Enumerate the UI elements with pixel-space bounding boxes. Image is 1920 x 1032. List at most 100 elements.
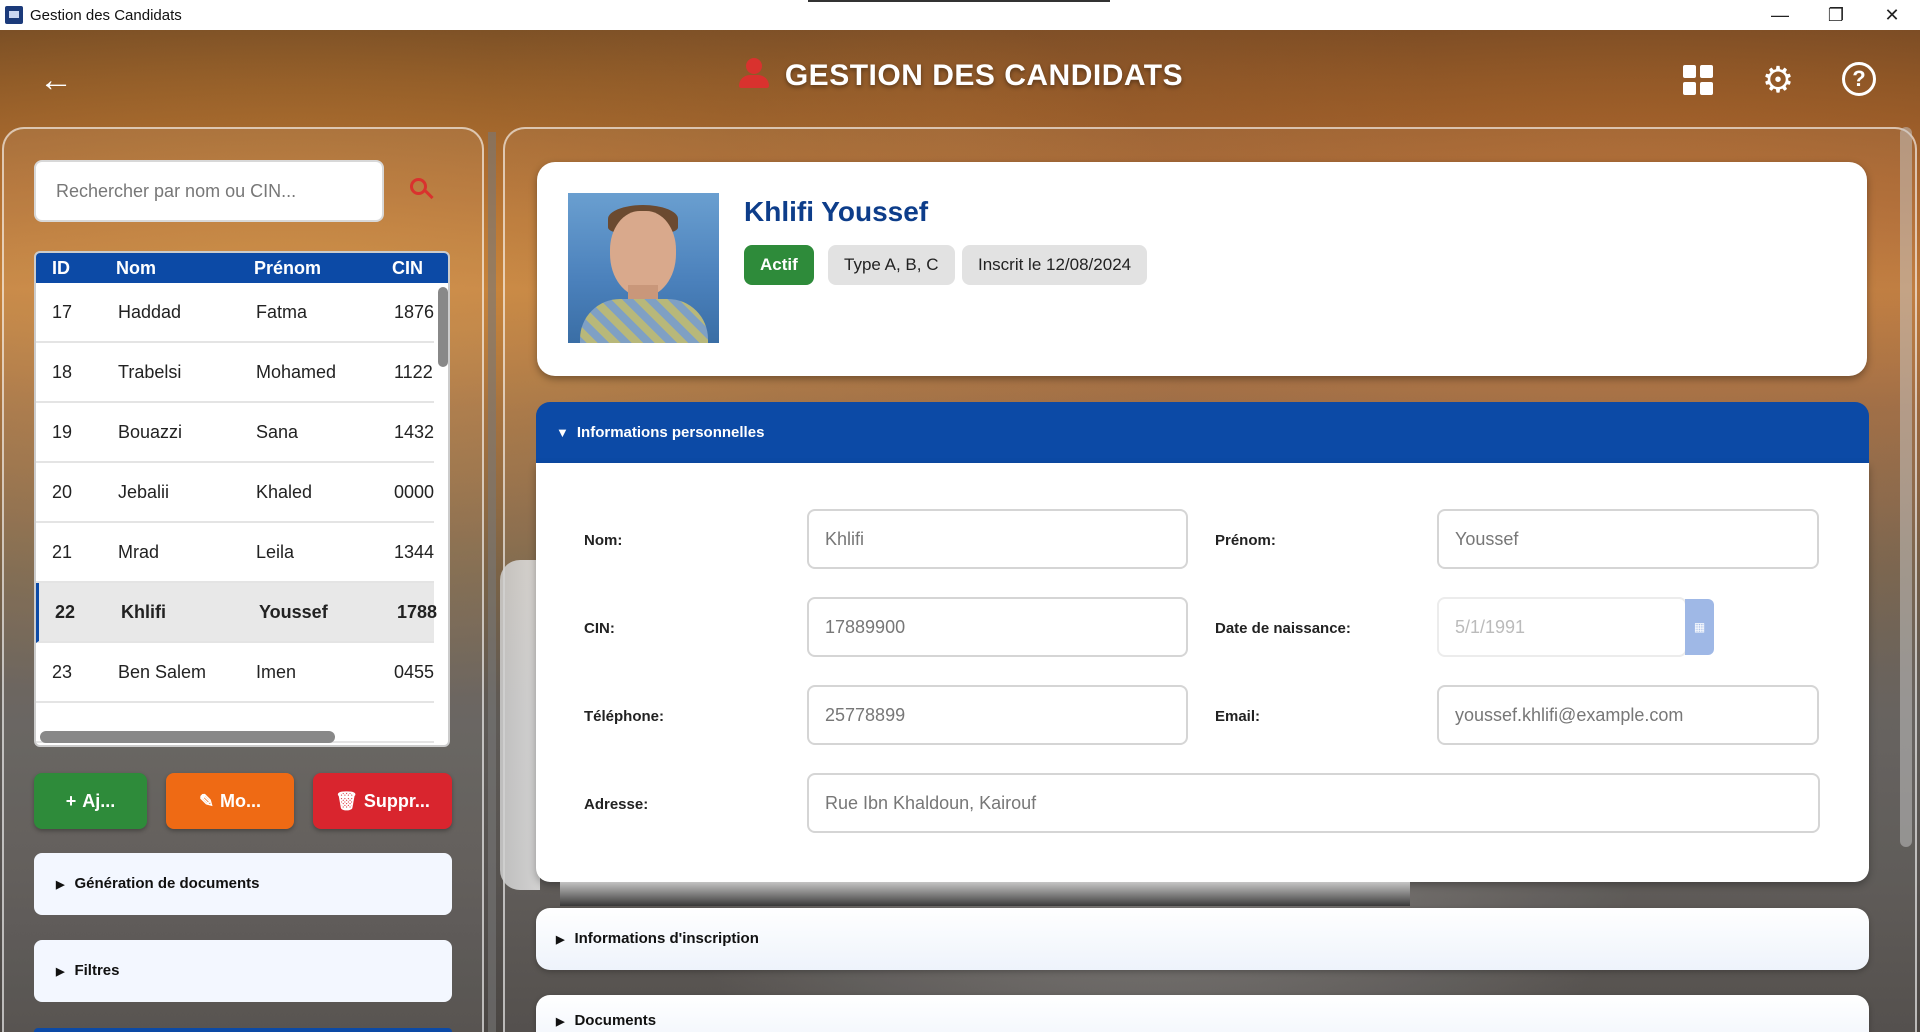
cell-prenom: Imen: [256, 662, 297, 682]
status-badge: Actif: [744, 245, 814, 285]
page-title-text: GESTION DES CANDIDATS: [784, 59, 1184, 92]
cell-nom: Jebalii: [118, 482, 170, 502]
cell-id: 22: [55, 602, 76, 622]
cell-prenom: Mohamed: [256, 362, 337, 382]
accordion-label: Informations d'inscription: [574, 930, 759, 947]
date-naissance-field[interactable]: 5/1/1991: [1437, 597, 1687, 657]
app-icon: [5, 6, 23, 24]
accordion-inscription-info[interactable]: ▶ Informations d'inscription: [536, 908, 1869, 970]
cin-field[interactable]: 17889900: [807, 597, 1188, 657]
cell-cin: 0455: [394, 662, 434, 682]
cell-id: 19: [52, 422, 73, 442]
table-row[interactable]: 21 Mrad Leila 1344: [36, 523, 434, 583]
plus-icon: +: [65, 791, 77, 811]
telephone-label: Téléphone:: [584, 708, 665, 725]
add-candidate-button[interactable]: + Aj...: [34, 773, 147, 829]
accordion-partial[interactable]: [34, 1028, 452, 1032]
email-field[interactable]: youssef.khlifi@example.com: [1437, 685, 1819, 745]
chevron-right-icon: ▶: [556, 1016, 565, 1028]
page-title: GESTION DES CANDIDATS: [0, 58, 1920, 93]
chevron-down-icon: ▼: [556, 425, 569, 440]
cell-prenom: Leila: [256, 542, 295, 562]
accordion-filters[interactable]: ▶ Filtres: [34, 940, 452, 1002]
adresse-label: Adresse:: [584, 796, 649, 813]
accordion-documents[interactable]: ▶ Documents: [536, 995, 1869, 1032]
calendar-icon[interactable]: ▦: [1685, 599, 1714, 655]
chevron-right-icon: ▶: [56, 879, 65, 891]
cell-cin: 0000: [394, 482, 434, 502]
search-input[interactable]: Rechercher par nom ou CIN...: [34, 160, 384, 222]
nom-field[interactable]: Khlifi: [807, 509, 1188, 569]
cell-nom: Mrad: [118, 542, 160, 562]
window-drag-indicator: [808, 0, 1110, 2]
cell-prenom: Youssef: [259, 602, 328, 622]
table-row[interactable]: 20 Jebalii Khaled 0000: [36, 463, 434, 523]
candidate-photo: [568, 193, 719, 343]
cell-nom: Ben Salem: [118, 662, 207, 682]
table-row-selected[interactable]: 22 Khlifi Youssef 1788: [36, 583, 437, 643]
table-row[interactable]: 18 Trabelsi Mohamed 1122: [36, 343, 434, 403]
cell-nom: Trabelsi: [118, 362, 182, 382]
accordion-label: Informations personnelles: [576, 424, 765, 441]
column-header-prenom[interactable]: Prénom: [254, 253, 321, 283]
edit-candidate-button[interactable]: ✎ Mo...: [166, 773, 294, 829]
accordion-label: Documents: [574, 1012, 657, 1029]
table-header: ID Nom Prénom CIN: [36, 253, 448, 283]
details-vertical-scrollbar[interactable]: [1900, 127, 1912, 847]
accordion-label: Filtres: [74, 962, 120, 979]
table-row[interactable]: 17 Haddad Fatma 1876: [36, 283, 434, 343]
minimize-button[interactable]: —: [1752, 0, 1808, 30]
cell-cin: 1876: [394, 302, 434, 322]
cell-nom: Haddad: [118, 302, 182, 322]
panel-splitter[interactable]: [488, 132, 496, 1032]
cin-label: CIN:: [584, 620, 615, 637]
column-header-cin[interactable]: CIN: [392, 253, 423, 283]
email-label: Email:: [1215, 708, 1261, 725]
dashboard-grid-icon[interactable]: [1680, 62, 1716, 98]
accordion-document-generation[interactable]: ▶ Génération de documents: [34, 853, 452, 915]
column-header-nom[interactable]: Nom: [116, 253, 156, 283]
cell-cin: 1344: [394, 542, 434, 562]
prenom-field[interactable]: Youssef: [1437, 509, 1819, 569]
gear-icon[interactable]: ⚙: [1760, 62, 1796, 98]
prenom-label: Prénom:: [1215, 532, 1276, 549]
window-title: Gestion des Candidats: [30, 6, 182, 24]
cell-nom: Bouazzi: [118, 422, 183, 442]
telephone-field[interactable]: 25778899: [807, 685, 1188, 745]
cell-prenom: Sana: [256, 422, 299, 442]
close-button[interactable]: ✕: [1864, 0, 1920, 30]
cell-id: 20: [52, 482, 73, 502]
search-icon[interactable]: [410, 178, 434, 202]
cell-cin: 1122: [394, 362, 433, 382]
cell-id: 17: [52, 302, 73, 322]
chevron-right-icon: ▶: [556, 934, 565, 946]
table-vertical-scrollbar[interactable]: [438, 287, 448, 367]
registration-date-badge: Inscrit le 12/08/2024: [962, 245, 1148, 285]
table-horizontal-scrollbar[interactable]: [40, 731, 335, 743]
add-button-label: Aj...: [82, 791, 116, 811]
table-row[interactable]: 19 Bouazzi Sana 1432: [36, 403, 434, 463]
profile-card: [537, 162, 1867, 376]
candidates-table: ID Nom Prénom CIN 17 Haddad Fatma 1876 1…: [34, 251, 450, 747]
help-icon[interactable]: ?: [1842, 62, 1876, 96]
table-row[interactable]: 23 Ben Salem Imen 0455: [36, 643, 434, 703]
delete-candidate-button[interactable]: 🗑 Suppr...: [313, 773, 452, 829]
nom-label: Nom:: [584, 532, 623, 549]
edit-button-label: Mo...: [220, 791, 262, 811]
accordion-personal-info-header[interactable]: ▼ Informations personnelles: [536, 402, 1869, 463]
chevron-right-icon: ▶: [56, 966, 65, 978]
cell-id: 23: [52, 662, 73, 682]
app-header: ← GESTION DES CANDIDATS ⚙ ?: [0, 30, 1920, 126]
restore-button[interactable]: ❐: [1808, 0, 1864, 30]
license-type-badge: Type A, B, C: [828, 245, 955, 285]
candidate-name: Khlifi Youssef: [744, 196, 929, 227]
window-titlebar: Gestion des Candidats — ❐ ✕: [0, 0, 1920, 30]
cell-prenom: Khaled: [256, 482, 313, 502]
background-car-detail: [560, 882, 1410, 906]
date-naissance-label: Date de naissance:: [1215, 620, 1351, 637]
cell-nom: Khlifi: [121, 602, 166, 622]
cell-prenom: Fatma: [256, 302, 308, 322]
cell-cin: 1788: [397, 602, 437, 622]
adresse-field[interactable]: Rue Ibn Khaldoun, Kairouf: [807, 773, 1820, 833]
column-header-id[interactable]: ID: [52, 253, 70, 283]
